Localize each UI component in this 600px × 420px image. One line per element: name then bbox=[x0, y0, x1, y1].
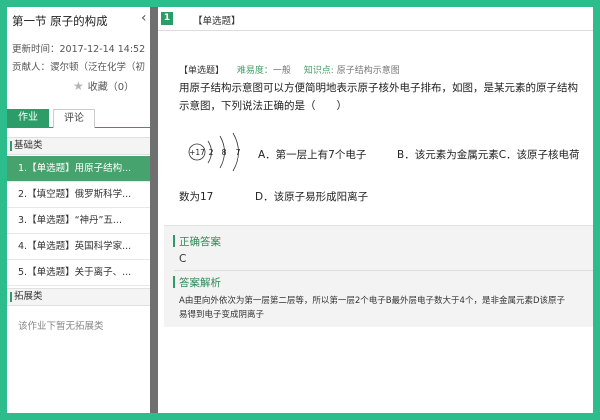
stem-line-1: 用原子结构示意图可以方便简明地表示原子核外电子排布，如图，是某元素的原子结构 bbox=[179, 82, 578, 94]
question-list-item[interactable]: 2.【填空题】俄罗斯科学... bbox=[7, 182, 150, 208]
option-d: D．该原子易形成阳离子 bbox=[255, 191, 369, 203]
shell-electron-count: 2 bbox=[208, 148, 213, 157]
difficulty-label: 难易度： bbox=[236, 66, 273, 76]
section-extended: 拓展类 bbox=[7, 288, 150, 306]
question-number-badge[interactable]: 1 bbox=[161, 12, 173, 25]
question-list-item[interactable]: 5.【单选题】关于离子、... bbox=[7, 260, 150, 286]
lesson-title: 第一节 原子的构成 bbox=[12, 14, 108, 28]
question-meta: 【单选题】 难易度：一般 知识点: 原子结构示意图 bbox=[179, 63, 410, 76]
question-panel: 1 【单选题】 【单选题】 难易度：一般 知识点: 原子结构示意图 用原子结构示… bbox=[158, 7, 593, 413]
sidebar-tabs: 作业 评论 bbox=[7, 109, 150, 128]
chevron-left-icon[interactable]: ‹ bbox=[141, 10, 147, 26]
correct-answer-title: 正确答案 bbox=[173, 235, 221, 248]
explanation-line-2: 易得到电子变成阴离子 bbox=[179, 310, 265, 320]
option-a: A．第一层上有7个电子 bbox=[258, 149, 367, 161]
nucleus-charge: +17 bbox=[189, 148, 205, 157]
extended-empty-note: 该作业下暂无拓展类 bbox=[18, 321, 104, 332]
star-icon: ★ bbox=[73, 79, 84, 93]
correct-answer-value: C bbox=[179, 253, 187, 265]
favorite-button[interactable]: ★ 收藏（0） bbox=[73, 78, 134, 93]
knowledge-value: 原子结构示意图 bbox=[336, 66, 400, 76]
answer-section: 正确答案 C 答案解析 A由里向外依次为第一层第二层等，所以第一层2个电子B最外… bbox=[164, 225, 593, 327]
question-list-item[interactable]: 4.【单选题】英国科学家... bbox=[7, 234, 150, 260]
tab-comments[interactable]: 评论 bbox=[53, 109, 95, 128]
question-list-item[interactable]: 3.【单选题】“神丹”五... bbox=[7, 208, 150, 234]
explanation-text: A由里向外依次为第一层第二层等，所以第一层2个电子B最外层电子数大于4个，是非金… bbox=[179, 294, 589, 322]
explanation-line-1: A由里向外依次为第一层第二层等，所以第一层2个电子B最外层电子数大于4个，是非金… bbox=[179, 296, 566, 306]
question-stem: 用原子结构示意图可以方便简明地表示原子核外电子排布，如图，是某元素的原子结构 示… bbox=[179, 79, 589, 115]
question-topbar: 1 【单选题】 bbox=[158, 7, 593, 31]
atom-structure-diagram: +17 2 8 7 bbox=[188, 132, 241, 172]
favorite-label: 收藏（0） bbox=[87, 82, 135, 93]
explanation-title: 答案解析 bbox=[173, 276, 221, 289]
option-b: B．该元素为金属元素C．该原子核电荷 bbox=[397, 149, 580, 161]
question-type-top: 【单选题】 bbox=[193, 16, 241, 27]
shell-electron-count: 7 bbox=[235, 148, 240, 157]
updated-time: 更新时间：2017-12-14 14:52 bbox=[12, 44, 146, 55]
shell-electron-count: 8 bbox=[221, 148, 226, 157]
stem-line-2: 示意图，下列说法正确的是（ ） bbox=[179, 100, 347, 112]
knowledge-label: 知识点: bbox=[303, 66, 334, 76]
option-b-continued: 数为17 bbox=[179, 191, 214, 203]
panel-divider[interactable] bbox=[150, 7, 158, 413]
lesson-sidebar: 第一节 原子的构成 ‹ 更新时间：2017-12-14 14:52 贡献人：谡尔… bbox=[7, 7, 150, 413]
tab-homework[interactable]: 作业 bbox=[7, 109, 49, 128]
section-divider bbox=[174, 270, 593, 271]
difficulty-value: 一般 bbox=[272, 66, 291, 76]
question-list-item[interactable]: 1.【单选题】用原子结构... bbox=[7, 156, 150, 182]
author-info: 贡献人：谡尔顿（泛在化学（初 bbox=[12, 62, 146, 73]
window-frame: 第一节 原子的构成 ‹ 更新时间：2017-12-14 14:52 贡献人：谡尔… bbox=[7, 7, 593, 413]
question-type-tag: 【单选题】 bbox=[179, 66, 225, 76]
section-basic: 基础类 bbox=[7, 137, 150, 155]
